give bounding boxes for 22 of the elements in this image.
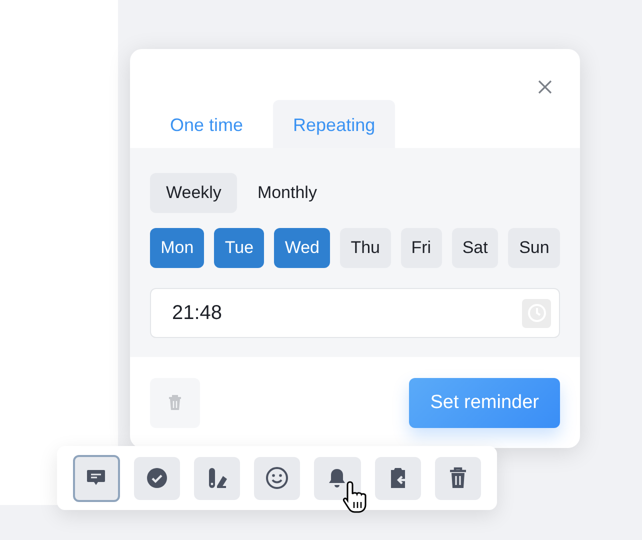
day-toggle[interactable]: Wed bbox=[274, 228, 330, 268]
time-input[interactable]: 21:48 bbox=[172, 298, 522, 328]
day-toggle[interactable]: Fri bbox=[400, 228, 442, 268]
toolbar-button[interactable] bbox=[374, 456, 421, 500]
toolbar-button[interactable] bbox=[314, 456, 361, 500]
toolbar-button[interactable] bbox=[134, 456, 180, 500]
day-toggle[interactable]: Sun bbox=[508, 228, 560, 268]
frequency-option[interactable]: Weekly bbox=[150, 173, 238, 213]
toolbar-button[interactable] bbox=[434, 456, 482, 500]
check-circle-icon bbox=[146, 467, 168, 489]
day-toggle[interactable]: Mon bbox=[150, 228, 204, 268]
toolbar-button[interactable] bbox=[194, 456, 240, 500]
smiley-icon bbox=[265, 466, 290, 490]
toolbar-button[interactable] bbox=[73, 454, 120, 502]
frequency-option[interactable]: Monthly bbox=[241, 173, 333, 213]
trash-icon bbox=[168, 395, 182, 411]
day-toggle[interactable]: Tue bbox=[214, 228, 264, 268]
day-toggle[interactable]: Thu bbox=[340, 228, 391, 268]
trash-icon bbox=[448, 467, 467, 489]
day-toggle[interactable]: Sat bbox=[452, 228, 498, 268]
time-field[interactable]: 21:48 bbox=[150, 288, 560, 338]
toolbar-button[interactable] bbox=[254, 456, 300, 500]
